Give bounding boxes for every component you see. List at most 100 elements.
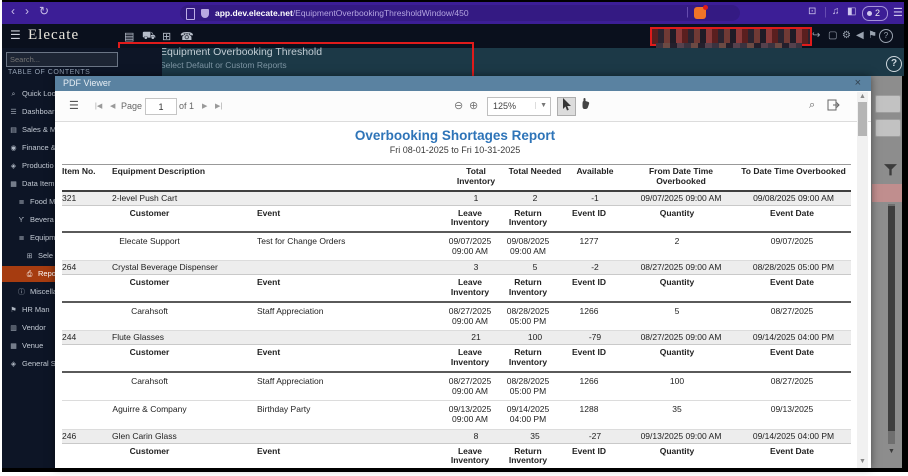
report-cell: 08/27/2025 09:00 AM — [640, 332, 722, 343]
sidebar-item-label: Sele — [38, 251, 54, 260]
tab-tile-icon[interactable]: ⊡ — [808, 6, 816, 17]
sidebar-item-label: Quick Loo — [22, 89, 56, 98]
select-tool-button[interactable] — [557, 97, 576, 116]
data-items-icon: ▦ — [10, 181, 17, 188]
sidebar-item-label: Productio — [22, 161, 54, 170]
bookmark-ribbon-icon[interactable]: ⚑ — [868, 30, 877, 41]
report-cell: Event Date — [770, 277, 814, 288]
report-cell: 1288 — [579, 404, 599, 415]
scroll-down-arrow[interactable]: ▼ — [857, 457, 868, 466]
sales-icon: ▤ — [10, 127, 17, 134]
url-path: /EquipmentOverbookingThresholdWindow/450 — [292, 8, 469, 18]
folder-icon[interactable]: ▢ — [828, 30, 837, 41]
app-menu-icon[interactable]: ☰ — [10, 28, 21, 42]
report-cell: Quantity — [659, 347, 695, 358]
hand-tool-button[interactable] — [577, 97, 594, 114]
report-cell: 246 — [62, 430, 77, 441]
report-cell: 100 — [669, 375, 685, 386]
dashboard-icon: ☰ — [10, 109, 17, 116]
pdf-toolbar: ☰ |◀ ◀ Page of 1 ▶ ▶| ⊖ ⊕ 125% ▼ ⌕ — [55, 91, 871, 122]
detail-row: Aguirre & Company Birthday Party 09/13/202… — [62, 401, 851, 430]
zoom-in-icon[interactable]: ⊕ — [469, 99, 478, 112]
report-cell: Test for Change Orders — [257, 236, 346, 247]
toolbar-separator: | — [686, 6, 689, 18]
dimmed-background-panel: ▼ — [871, 76, 902, 468]
page-number-input[interactable] — [145, 98, 177, 115]
beverage-icon: ϒ — [18, 217, 25, 224]
sidebar-item-label: Food M — [30, 197, 56, 206]
report-cell: Carahsoft — [131, 375, 168, 386]
report-cell: 1 — [473, 192, 479, 203]
gear-icon[interactable]: ⚙ — [842, 30, 851, 41]
report-cell: Available — [576, 167, 614, 176]
report-cell: 09/13/2025 — [770, 404, 814, 415]
report-cell: 09/08/2025 09:00 AM — [753, 192, 834, 203]
report-title: Overbooking Shortages Report — [354, 128, 556, 143]
split-view-icon[interactable]: ◧ — [847, 6, 856, 17]
background-scrollbar-thumb[interactable] — [888, 206, 895, 431]
extension-icon[interactable] — [694, 5, 708, 19]
browser-menu-icon[interactable]: ☰ — [893, 6, 903, 19]
background-scrollbar[interactable] — [888, 204, 895, 444]
report-cell: 1266 — [579, 375, 599, 386]
page-edge-bottom — [0, 472, 908, 476]
report-cell: 09/08/2025 09:00 AM — [506, 236, 550, 257]
modal-scrollbar[interactable]: ▲ ▼ — [857, 92, 868, 468]
scroll-up-arrow[interactable]: ▲ — [857, 92, 868, 101]
browser-forward-button[interactable]: › — [25, 4, 29, 18]
url-text[interactable]: app.dev.elecate.net/EquipmentOverbooking… — [215, 8, 469, 18]
modal-scrollbar-thumb[interactable] — [858, 102, 867, 136]
detail-row: Elecate Support Test for Change Orders 09/… — [62, 233, 851, 262]
report-cell: Return Inventory — [508, 207, 548, 228]
page-header-highlight: Equipment Overbooking Threshold Select D… — [118, 42, 474, 78]
share-icon[interactable]: ↪ — [812, 30, 820, 41]
modal-titlebar[interactable]: PDF Viewer × — [55, 76, 871, 91]
report-table-header: Item No. Equipment Description Total Inven… — [62, 164, 851, 192]
selected-row-highlight — [872, 184, 902, 202]
sidebar-item-label: HR Man — [22, 305, 50, 314]
export-icon[interactable] — [827, 98, 840, 114]
report-cell: 09/14/2025 04:00 PM — [752, 332, 835, 343]
scroll-down-arrow[interactable]: ▼ — [888, 448, 895, 456]
report-cell: 244 — [62, 332, 77, 343]
report-cell: Leave Inventory — [450, 207, 490, 228]
finance-icon: ◉ — [10, 145, 17, 152]
sidebar-item-label: Miscella — [30, 287, 58, 296]
detail-header-row: Customer Event Leave Inventory Return Inven… — [62, 345, 851, 373]
sidebar-item-label: Vendor — [22, 323, 46, 332]
zoom-out-icon[interactable]: ⊖ — [454, 99, 463, 112]
brand-logo[interactable]: Elecate — [28, 27, 79, 44]
site-info-icon[interactable] — [201, 9, 209, 18]
browser-reload-button[interactable]: ↻ — [39, 4, 49, 18]
profile-pill[interactable]: 2 — [862, 6, 888, 21]
profile-count: 2 — [875, 8, 881, 18]
vendor-icon: ▥ — [10, 325, 17, 332]
zoom-level-dropdown[interactable]: 125% ▼ — [487, 97, 551, 116]
media-icon[interactable]: ♫ — [832, 6, 840, 17]
report-cell: Elecate Support — [119, 236, 180, 247]
next-page-button[interactable]: ▶ — [202, 102, 207, 110]
last-page-button[interactable]: ▶| — [215, 102, 222, 110]
report-cell: Event Date — [770, 207, 814, 218]
report-cell: Event ID — [571, 207, 606, 218]
page-help-icon[interactable]: ? — [886, 56, 902, 72]
equipment-row-264: 264 Crystal Beverage Dispenser 3 5 -2 08/27/2… — [62, 261, 851, 276]
report-cell: 1266 — [579, 305, 599, 316]
report-cell: Event — [257, 207, 281, 218]
search-input[interactable] — [6, 52, 118, 67]
pdf-sidebar-toggle-icon[interactable]: ☰ — [69, 99, 79, 112]
report-cell: Customer — [129, 347, 170, 358]
close-icon[interactable]: × — [855, 77, 861, 89]
report-cell: Equipment Description — [112, 167, 206, 176]
venue-icon: ▦ — [10, 343, 17, 350]
sidebar-section-title: TABLE OF CONTENTS — [8, 69, 91, 76]
help-icon[interactable]: ? — [879, 29, 893, 43]
detail-header-row: Customer Event Leave Inventory Return Inven… — [62, 205, 851, 234]
browser-back-button[interactable]: ‹ — [11, 4, 15, 18]
bookmark-icon[interactable] — [186, 8, 195, 20]
prev-page-button[interactable]: ◀ — [110, 102, 115, 110]
search-icon[interactable]: ⌕ — [809, 99, 815, 112]
equipment-row-244: 244 Flute Glasses 21 100 -79 08/27/2025 09:00… — [62, 331, 851, 346]
first-page-button[interactable]: |◀ — [95, 102, 102, 110]
megaphone-icon[interactable]: ◀ — [856, 30, 864, 41]
